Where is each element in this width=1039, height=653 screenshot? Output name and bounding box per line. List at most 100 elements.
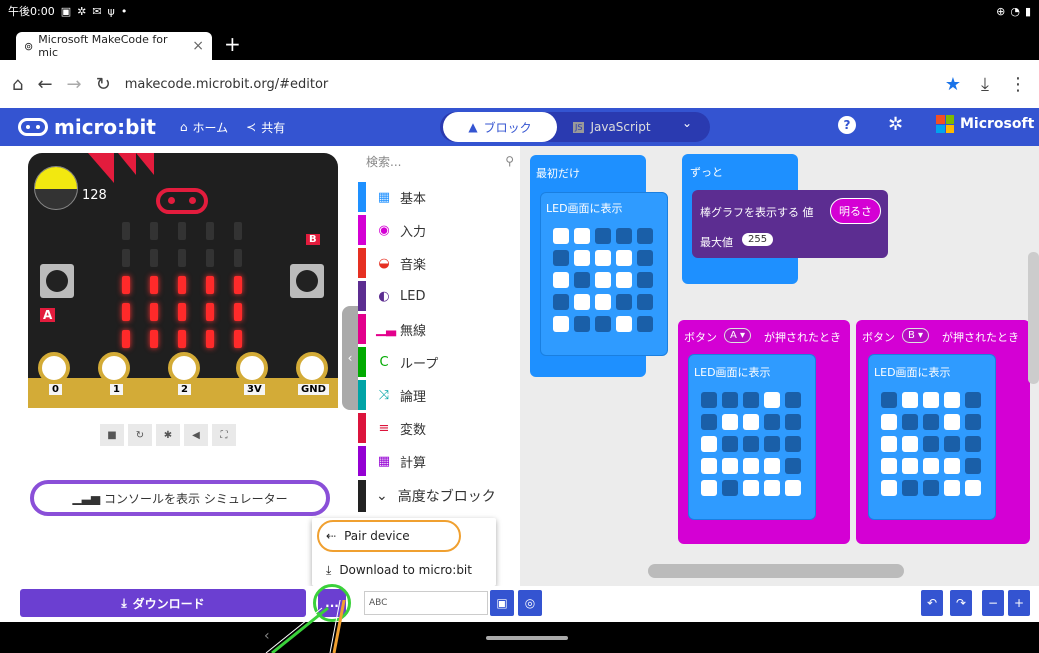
download-to-microbit-item[interactable]: ⤓ Download to micro:bit <box>312 556 496 584</box>
forward-icon[interactable]: → <box>67 74 82 95</box>
led-cell[interactable] <box>616 228 632 244</box>
microsoft-logo[interactable]: Microsoft <box>936 115 1034 133</box>
led-cell[interactable] <box>785 480 801 496</box>
category-8[interactable]: ▦ 計算 <box>358 446 520 476</box>
share-button[interactable]: ≺ 共有 <box>246 119 285 136</box>
led-cell[interactable] <box>701 458 717 474</box>
led-cell[interactable] <box>764 392 780 408</box>
led-cell[interactable] <box>701 414 717 430</box>
led-cell[interactable] <box>553 272 569 288</box>
category-7[interactable]: ≡ 変数 <box>358 413 520 443</box>
led-cell[interactable] <box>595 294 611 310</box>
led-cell[interactable] <box>785 392 801 408</box>
led-cell[interactable] <box>701 436 717 452</box>
led-cell[interactable] <box>764 436 780 452</box>
led-cell[interactable] <box>722 414 738 430</box>
pin-3v[interactable] <box>236 352 268 384</box>
led-cell[interactable] <box>902 436 918 452</box>
github-icon[interactable]: ◎ <box>518 590 542 616</box>
led-cell[interactable] <box>881 480 897 496</box>
category-1[interactable]: ◉ 入力 <box>358 215 520 245</box>
debug-icon[interactable]: ✱ <box>156 424 180 446</box>
led-cell[interactable] <box>785 458 801 474</box>
led-cell[interactable] <box>764 414 780 430</box>
button-b[interactable] <box>290 264 324 298</box>
back-icon[interactable]: ← <box>37 74 52 95</box>
led-cell[interactable] <box>701 480 717 496</box>
led-cell[interactable] <box>553 228 569 244</box>
pin-0[interactable] <box>38 352 70 384</box>
led-cell[interactable] <box>764 458 780 474</box>
led-cell[interactable] <box>616 272 632 288</box>
pin-2[interactable] <box>168 352 200 384</box>
search-input[interactable]: 検索... <box>366 153 401 170</box>
led-cell[interactable] <box>595 250 611 266</box>
led-cell[interactable] <box>616 294 632 310</box>
led-cell[interactable] <box>553 250 569 266</box>
microbit-logo-touch[interactable] <box>156 188 208 214</box>
vertical-scrollbar[interactable] <box>1028 252 1039 384</box>
url-field[interactable]: makecode.microbit.org/#editor <box>125 77 329 92</box>
led-cell[interactable] <box>902 458 918 474</box>
led-cell[interactable] <box>743 480 759 496</box>
led-cell[interactable] <box>923 414 939 430</box>
restart-icon[interactable]: ↻ <box>128 424 152 446</box>
category-0[interactable]: ▦ 基本 <box>358 182 520 212</box>
led-cell[interactable] <box>881 392 897 408</box>
gear-icon[interactable]: ✲ <box>888 114 903 135</box>
category-5[interactable]: C ループ <box>358 347 520 377</box>
category-2[interactable]: ◒ 音楽 <box>358 248 520 278</box>
home-button[interactable]: ⌂ ホーム <box>180 119 228 136</box>
led-cell[interactable] <box>944 480 960 496</box>
collapse-simulator-icon[interactable]: ‹ <box>342 306 358 410</box>
category-4[interactable]: ▁▃ 無線 <box>358 314 520 344</box>
led-cell[interactable] <box>616 250 632 266</box>
advanced-category[interactable]: ⌄ 高度なブロック <box>358 480 520 512</box>
led-cell[interactable] <box>944 392 960 408</box>
led-cell[interactable] <box>637 250 653 266</box>
led-cell[interactable] <box>553 294 569 310</box>
led-cell[interactable] <box>923 436 939 452</box>
led-cell[interactable] <box>965 436 981 452</box>
chevron-down-icon[interactable]: ⌄ <box>682 116 692 130</box>
led-cell[interactable] <box>574 272 590 288</box>
mute-icon[interactable]: ◀ <box>184 424 208 446</box>
led-cell[interactable] <box>637 272 653 288</box>
led-cell[interactable] <box>595 228 611 244</box>
new-tab-icon[interactable]: + <box>224 32 241 56</box>
led-cell[interactable] <box>743 436 759 452</box>
led-cell[interactable] <box>743 414 759 430</box>
max-value-input[interactable]: 255 <box>742 233 774 246</box>
led-cell[interactable] <box>881 458 897 474</box>
led-cell[interactable] <box>944 436 960 452</box>
led-cell[interactable] <box>722 436 738 452</box>
toolbox-search[interactable]: 検索... ⚲ <box>366 150 514 172</box>
kebab-menu-icon[interactable]: ⋮ <box>1009 74 1027 95</box>
led-cell[interactable] <box>923 480 939 496</box>
light-level-sensor[interactable] <box>34 166 78 210</box>
star-icon[interactable]: ★ <box>945 74 961 95</box>
brightness-reporter[interactable]: 明るさ <box>830 198 881 224</box>
led-cell[interactable] <box>722 392 738 408</box>
reload-icon[interactable]: ↻ <box>96 74 111 95</box>
led-cell[interactable] <box>902 414 918 430</box>
category-3[interactable]: ◐ LED <box>358 281 520 311</box>
category-6[interactable]: ⤨ 論理 <box>358 380 520 410</box>
led-cell[interactable] <box>965 480 981 496</box>
pin-gnd[interactable] <box>296 352 328 384</box>
save-icon[interactable]: ▣ <box>490 590 514 616</box>
led-cell[interactable] <box>944 458 960 474</box>
led-cell[interactable] <box>743 458 759 474</box>
led-cell[interactable] <box>574 294 590 310</box>
zoom-out-icon[interactable]: − <box>982 590 1004 616</box>
led-cell[interactable] <box>881 436 897 452</box>
led-cell[interactable] <box>764 480 780 496</box>
led-cell[interactable] <box>881 414 897 430</box>
home-icon[interactable]: ⌂ <box>12 74 23 95</box>
led-cell[interactable] <box>902 480 918 496</box>
led-cell[interactable] <box>785 436 801 452</box>
led-cell[interactable] <box>722 458 738 474</box>
led-cell[interactable] <box>785 414 801 430</box>
nav-home-handle[interactable] <box>486 636 568 640</box>
led-cell[interactable] <box>637 228 653 244</box>
